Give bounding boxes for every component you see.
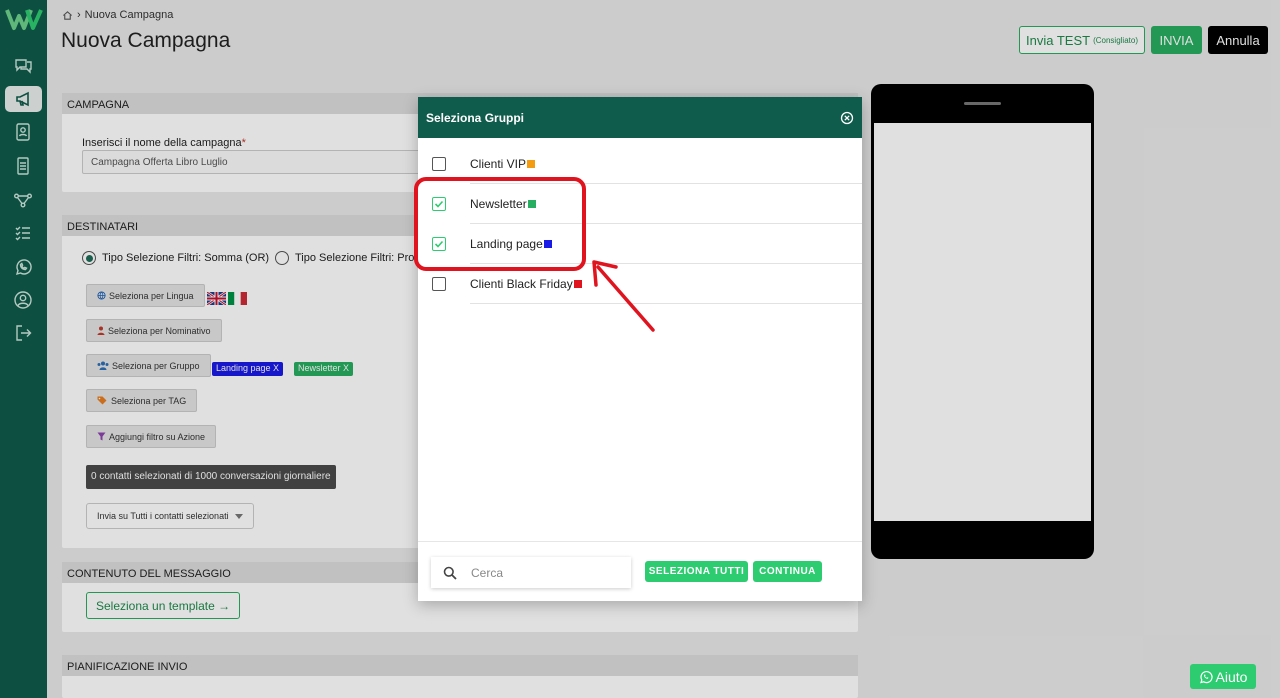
group-checkbox-clienti-black-friday[interactable] [432, 277, 446, 291]
select-all-button[interactable]: SELEZIONA TUTTI [645, 561, 748, 582]
search-placeholder: Cerca [471, 565, 504, 580]
annotation-arrow [592, 260, 655, 332]
modal-title: Seleziona Gruppi [426, 110, 525, 125]
help-button[interactable]: Aiuto [1190, 664, 1256, 689]
group-checkbox-clienti-vip[interactable] [432, 157, 446, 171]
group-name-clienti-vip: Clienti VIP [470, 157, 536, 171]
search-icon [443, 566, 457, 580]
group-label: Clienti Black Friday [470, 277, 573, 291]
annotation-highlight-box [414, 177, 586, 271]
close-icon[interactable] [840, 111, 854, 125]
help-label: Aiuto [1215, 668, 1248, 685]
group-search-field[interactable]: Cerca [431, 557, 631, 588]
modal-header: Seleziona Gruppi [418, 97, 862, 138]
group-label: Clienti VIP [470, 157, 527, 171]
select-groups-modal: Seleziona Gruppi Clienti VIP Newsletter … [418, 97, 862, 601]
whatsapp-icon [1199, 670, 1213, 683]
modal-footer: Cerca SELEZIONA TUTTI CONTINUA [418, 541, 862, 601]
continue-button[interactable]: CONTINUA [753, 561, 822, 582]
group-name-clienti-black-friday: Clienti Black Friday [470, 277, 582, 291]
group-color-swatch [527, 160, 536, 168]
